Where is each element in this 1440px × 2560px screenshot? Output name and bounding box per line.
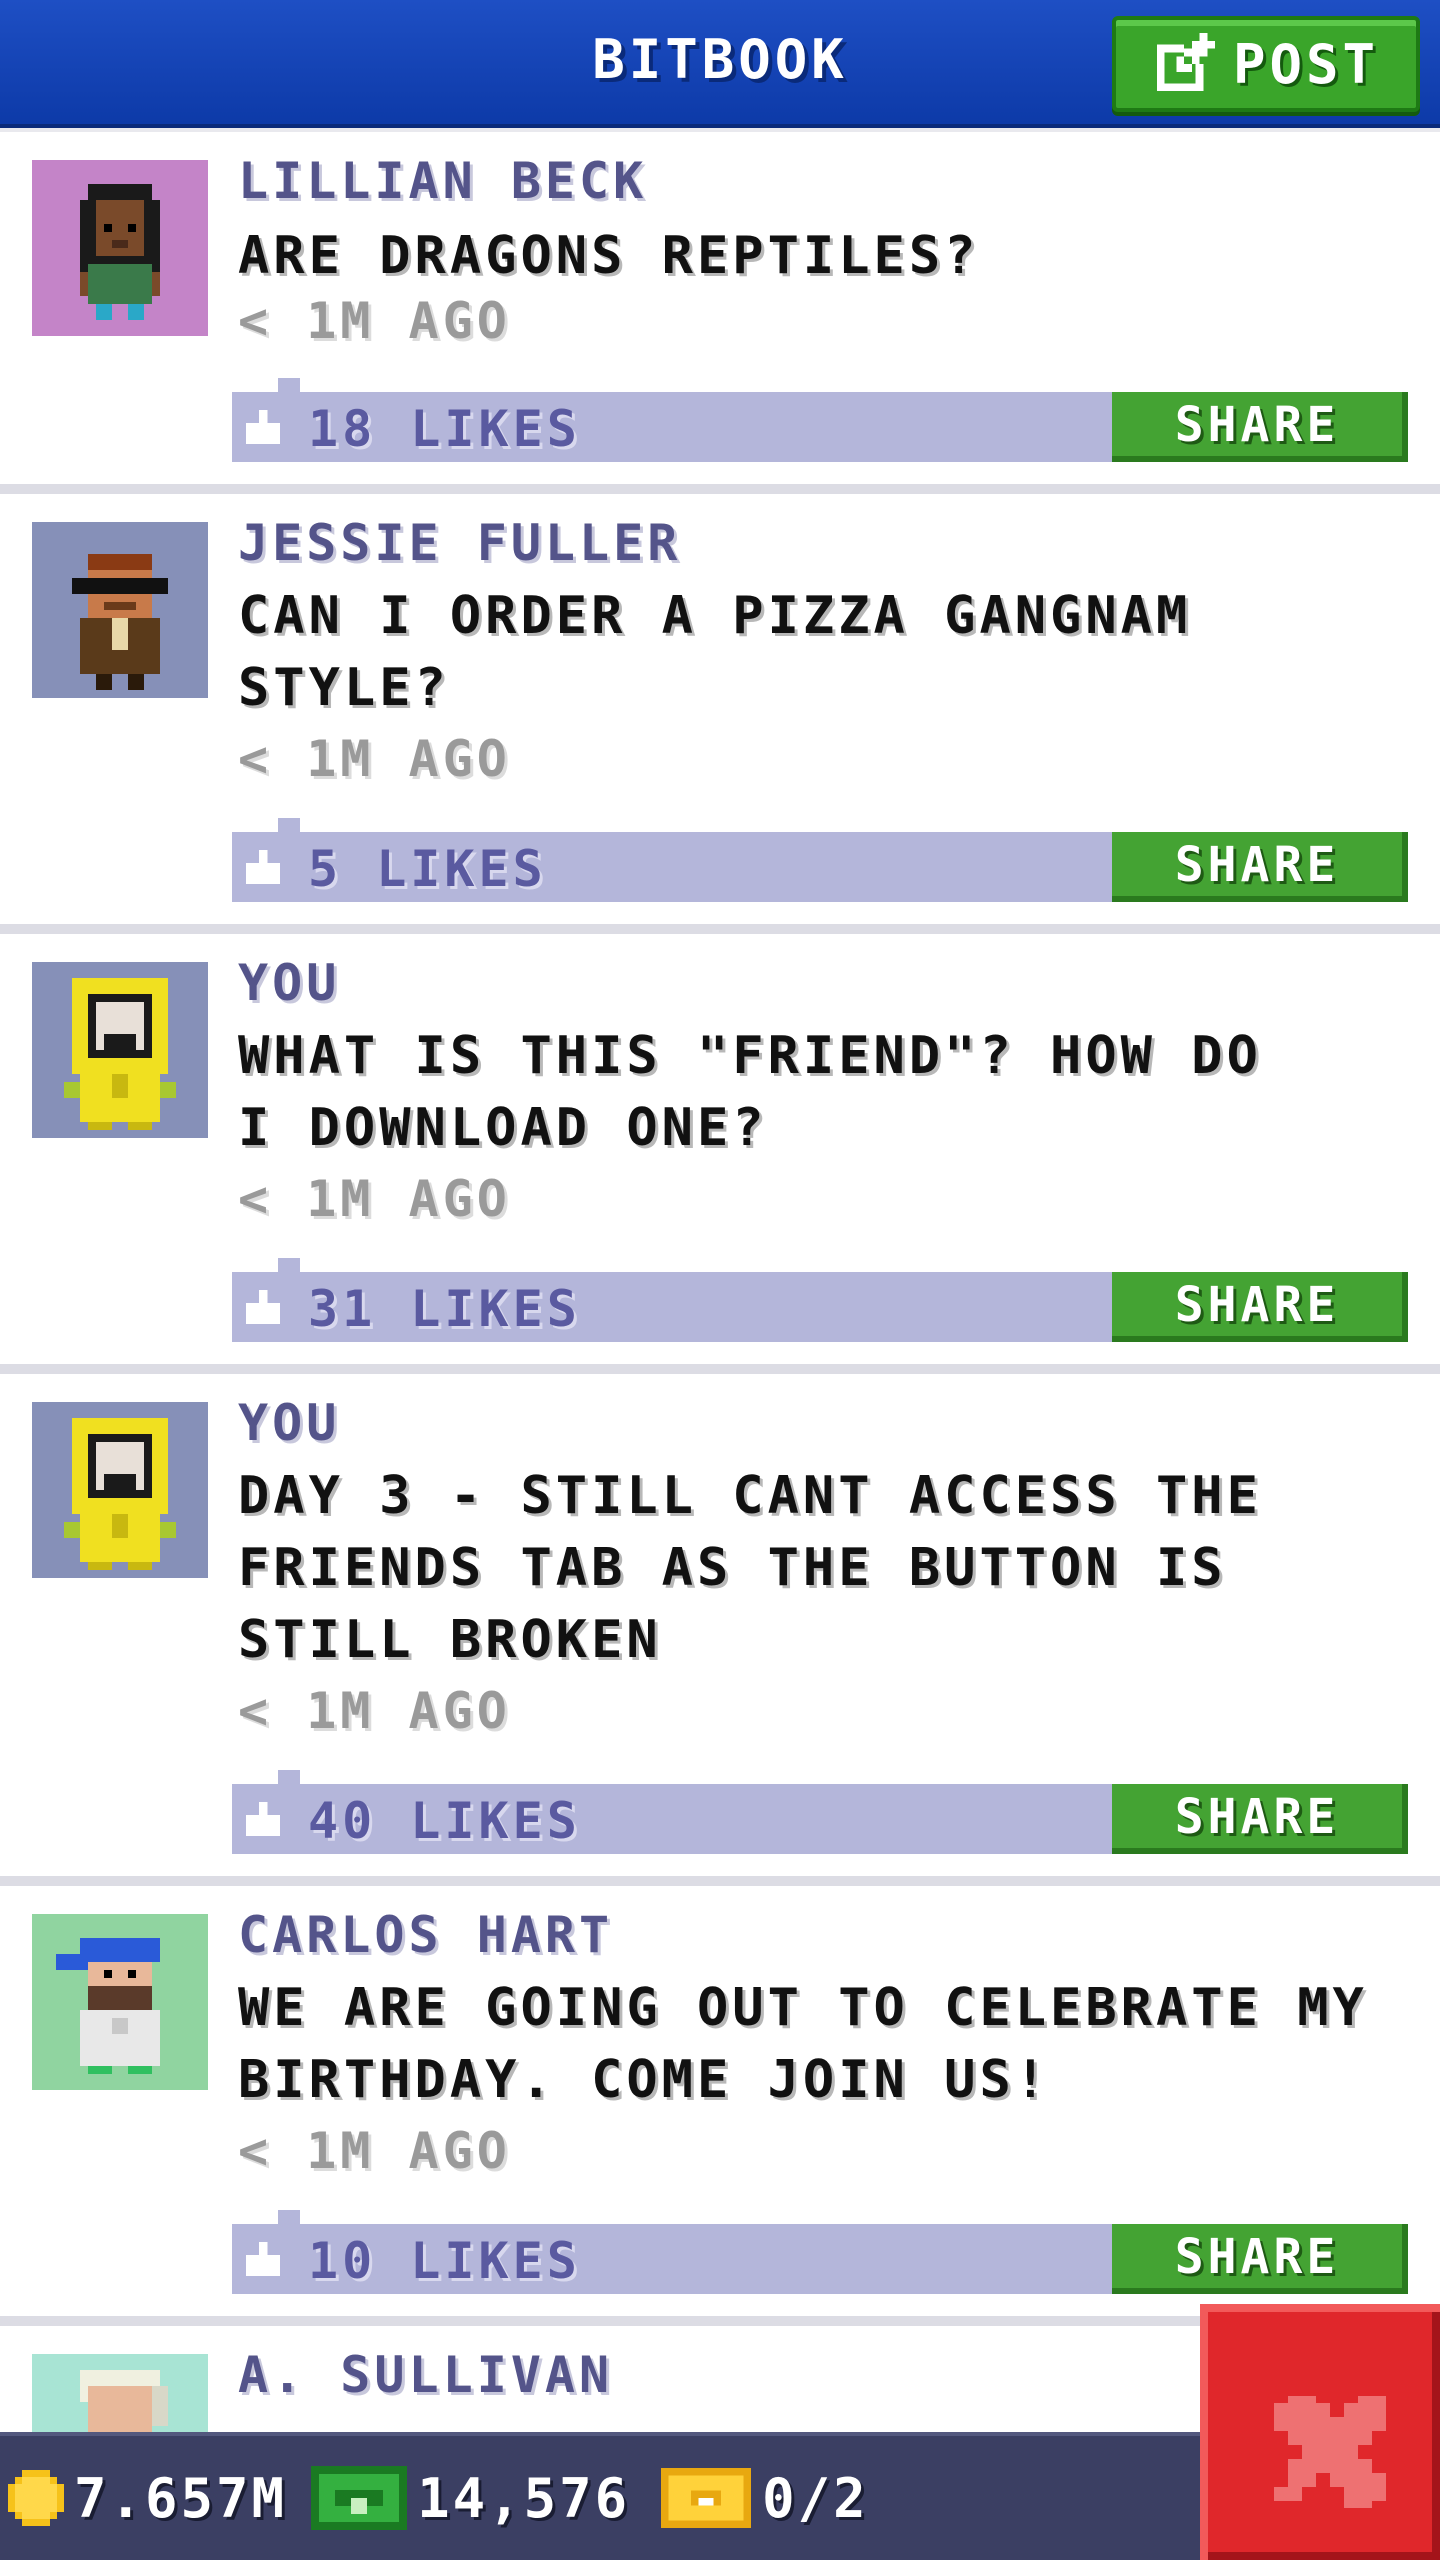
post-button-label: POST: [1232, 32, 1380, 96]
share-button[interactable]: SHARE: [1112, 2224, 1408, 2294]
post-timestamp: < 1M AGO: [238, 1170, 511, 1228]
share-button[interactable]: SHARE: [1112, 1272, 1408, 1342]
post-author[interactable]: JESSIE FULLER: [238, 514, 681, 572]
thumbs-up-icon: [246, 1290, 280, 1324]
like-count: 5 LIKES: [308, 840, 547, 898]
like-bar-tab: [278, 1770, 300, 1786]
post-author[interactable]: YOU: [238, 1394, 340, 1452]
like-count: 10 LIKES: [308, 2232, 581, 2290]
like-count: 40 LIKES: [308, 1792, 581, 1850]
share-button[interactable]: SHARE: [1112, 392, 1408, 462]
post-message: WHAT IS THIS "FRIEND"? HOW DO I DOWNLOAD…: [238, 1026, 1262, 1158]
post-author[interactable]: CARLOS HART: [238, 1906, 613, 1964]
post-author[interactable]: A. SULLIVAN: [238, 2346, 613, 2404]
like-bar-tab: [278, 818, 300, 834]
avatar-hazmat-suit-icon: [64, 1418, 176, 1570]
close-button[interactable]: [1200, 2304, 1440, 2560]
avatar-woman-icon: [80, 184, 160, 320]
post-author[interactable]: LILLIAN BECK: [238, 152, 647, 210]
edit-icon: [1156, 33, 1215, 92]
post-timestamp: < 1M AGO: [238, 1682, 511, 1740]
thumbs-up-icon: [246, 2242, 280, 2276]
feed-post: YOU DAY 3 - STILL CANT ACCESS THE FRIEND…: [0, 1374, 1440, 1886]
ticket-icon: [661, 2468, 752, 2528]
news-feed[interactable]: LILLIAN BECK ARE DRAGONS REPTILES? < 1M …: [0, 132, 1440, 2432]
like-bar-tab: [278, 1258, 300, 1274]
avatar[interactable]: [32, 1914, 208, 2090]
post-author[interactable]: YOU: [238, 954, 340, 1012]
like-bar[interactable]: 31 LIKES SHARE: [232, 1258, 1408, 1342]
header-bar: BITBOOK POST: [0, 0, 1440, 128]
like-bar[interactable]: 10 LIKES SHARE: [232, 2210, 1408, 2294]
post-message: CAN I ORDER A PIZZA GANGNAM STYLE?: [238, 586, 1192, 718]
avatar-man-cap-icon: [56, 1938, 160, 2074]
bux-icon: [311, 2466, 408, 2530]
avatar-old-man-icon: [80, 2370, 168, 2432]
like-bar[interactable]: 40 LIKES SHARE: [232, 1770, 1408, 1854]
feed-post: LILLIAN BECK ARE DRAGONS REPTILES? < 1M …: [0, 132, 1440, 494]
avatar-man-sunglasses-icon: [72, 554, 168, 690]
post-message: ARE DRAGONS REPTILES?: [238, 226, 980, 286]
post-timestamp: < 1M AGO: [238, 730, 511, 788]
avatar[interactable]: [32, 522, 208, 698]
avatar[interactable]: [32, 2354, 208, 2432]
tickets-value: 0/2: [762, 2466, 869, 2530]
like-bar-tab: [278, 378, 300, 394]
avatar[interactable]: [32, 1402, 208, 1578]
feed-post: CARLOS HART WE ARE GOING OUT TO CELEBRAT…: [0, 1886, 1440, 2326]
coins-value: 7.657M: [74, 2466, 288, 2530]
close-icon: [1274, 2396, 1386, 2508]
like-bar[interactable]: 18 LIKES SHARE: [232, 378, 1408, 462]
avatar[interactable]: [32, 160, 208, 336]
avatar-hazmat-suit-icon: [64, 978, 176, 1130]
feed-post: JESSIE FULLER CAN I ORDER A PIZZA GANGNA…: [0, 494, 1440, 934]
thumbs-up-icon: [246, 410, 280, 444]
like-bar[interactable]: 5 LIKES SHARE: [232, 818, 1408, 902]
bux-value: 14,576: [417, 2466, 631, 2530]
feed-post: YOU WHAT IS THIS "FRIEND"? HOW DO I DOWN…: [0, 934, 1440, 1374]
like-bar-tab: [278, 2210, 300, 2226]
post-button[interactable]: POST: [1112, 16, 1420, 112]
post-timestamp: < 1M AGO: [238, 2122, 511, 2180]
like-count: 18 LIKES: [308, 400, 581, 458]
share-button[interactable]: SHARE: [1112, 832, 1408, 902]
share-button[interactable]: SHARE: [1112, 1784, 1408, 1854]
coin-icon: [8, 2470, 64, 2526]
post-timestamp: < 1M AGO: [238, 292, 511, 350]
post-message: DAY 3 - STILL CANT ACCESS THE FRIENDS TA…: [238, 1466, 1262, 1670]
thumbs-up-icon: [246, 850, 280, 884]
like-count: 31 LIKES: [308, 1280, 581, 1338]
thumbs-up-icon: [246, 1802, 280, 1836]
post-message: WE ARE GOING OUT TO CELEBRATE MY BIRTHDA…: [238, 1978, 1368, 2110]
avatar[interactable]: [32, 962, 208, 1138]
